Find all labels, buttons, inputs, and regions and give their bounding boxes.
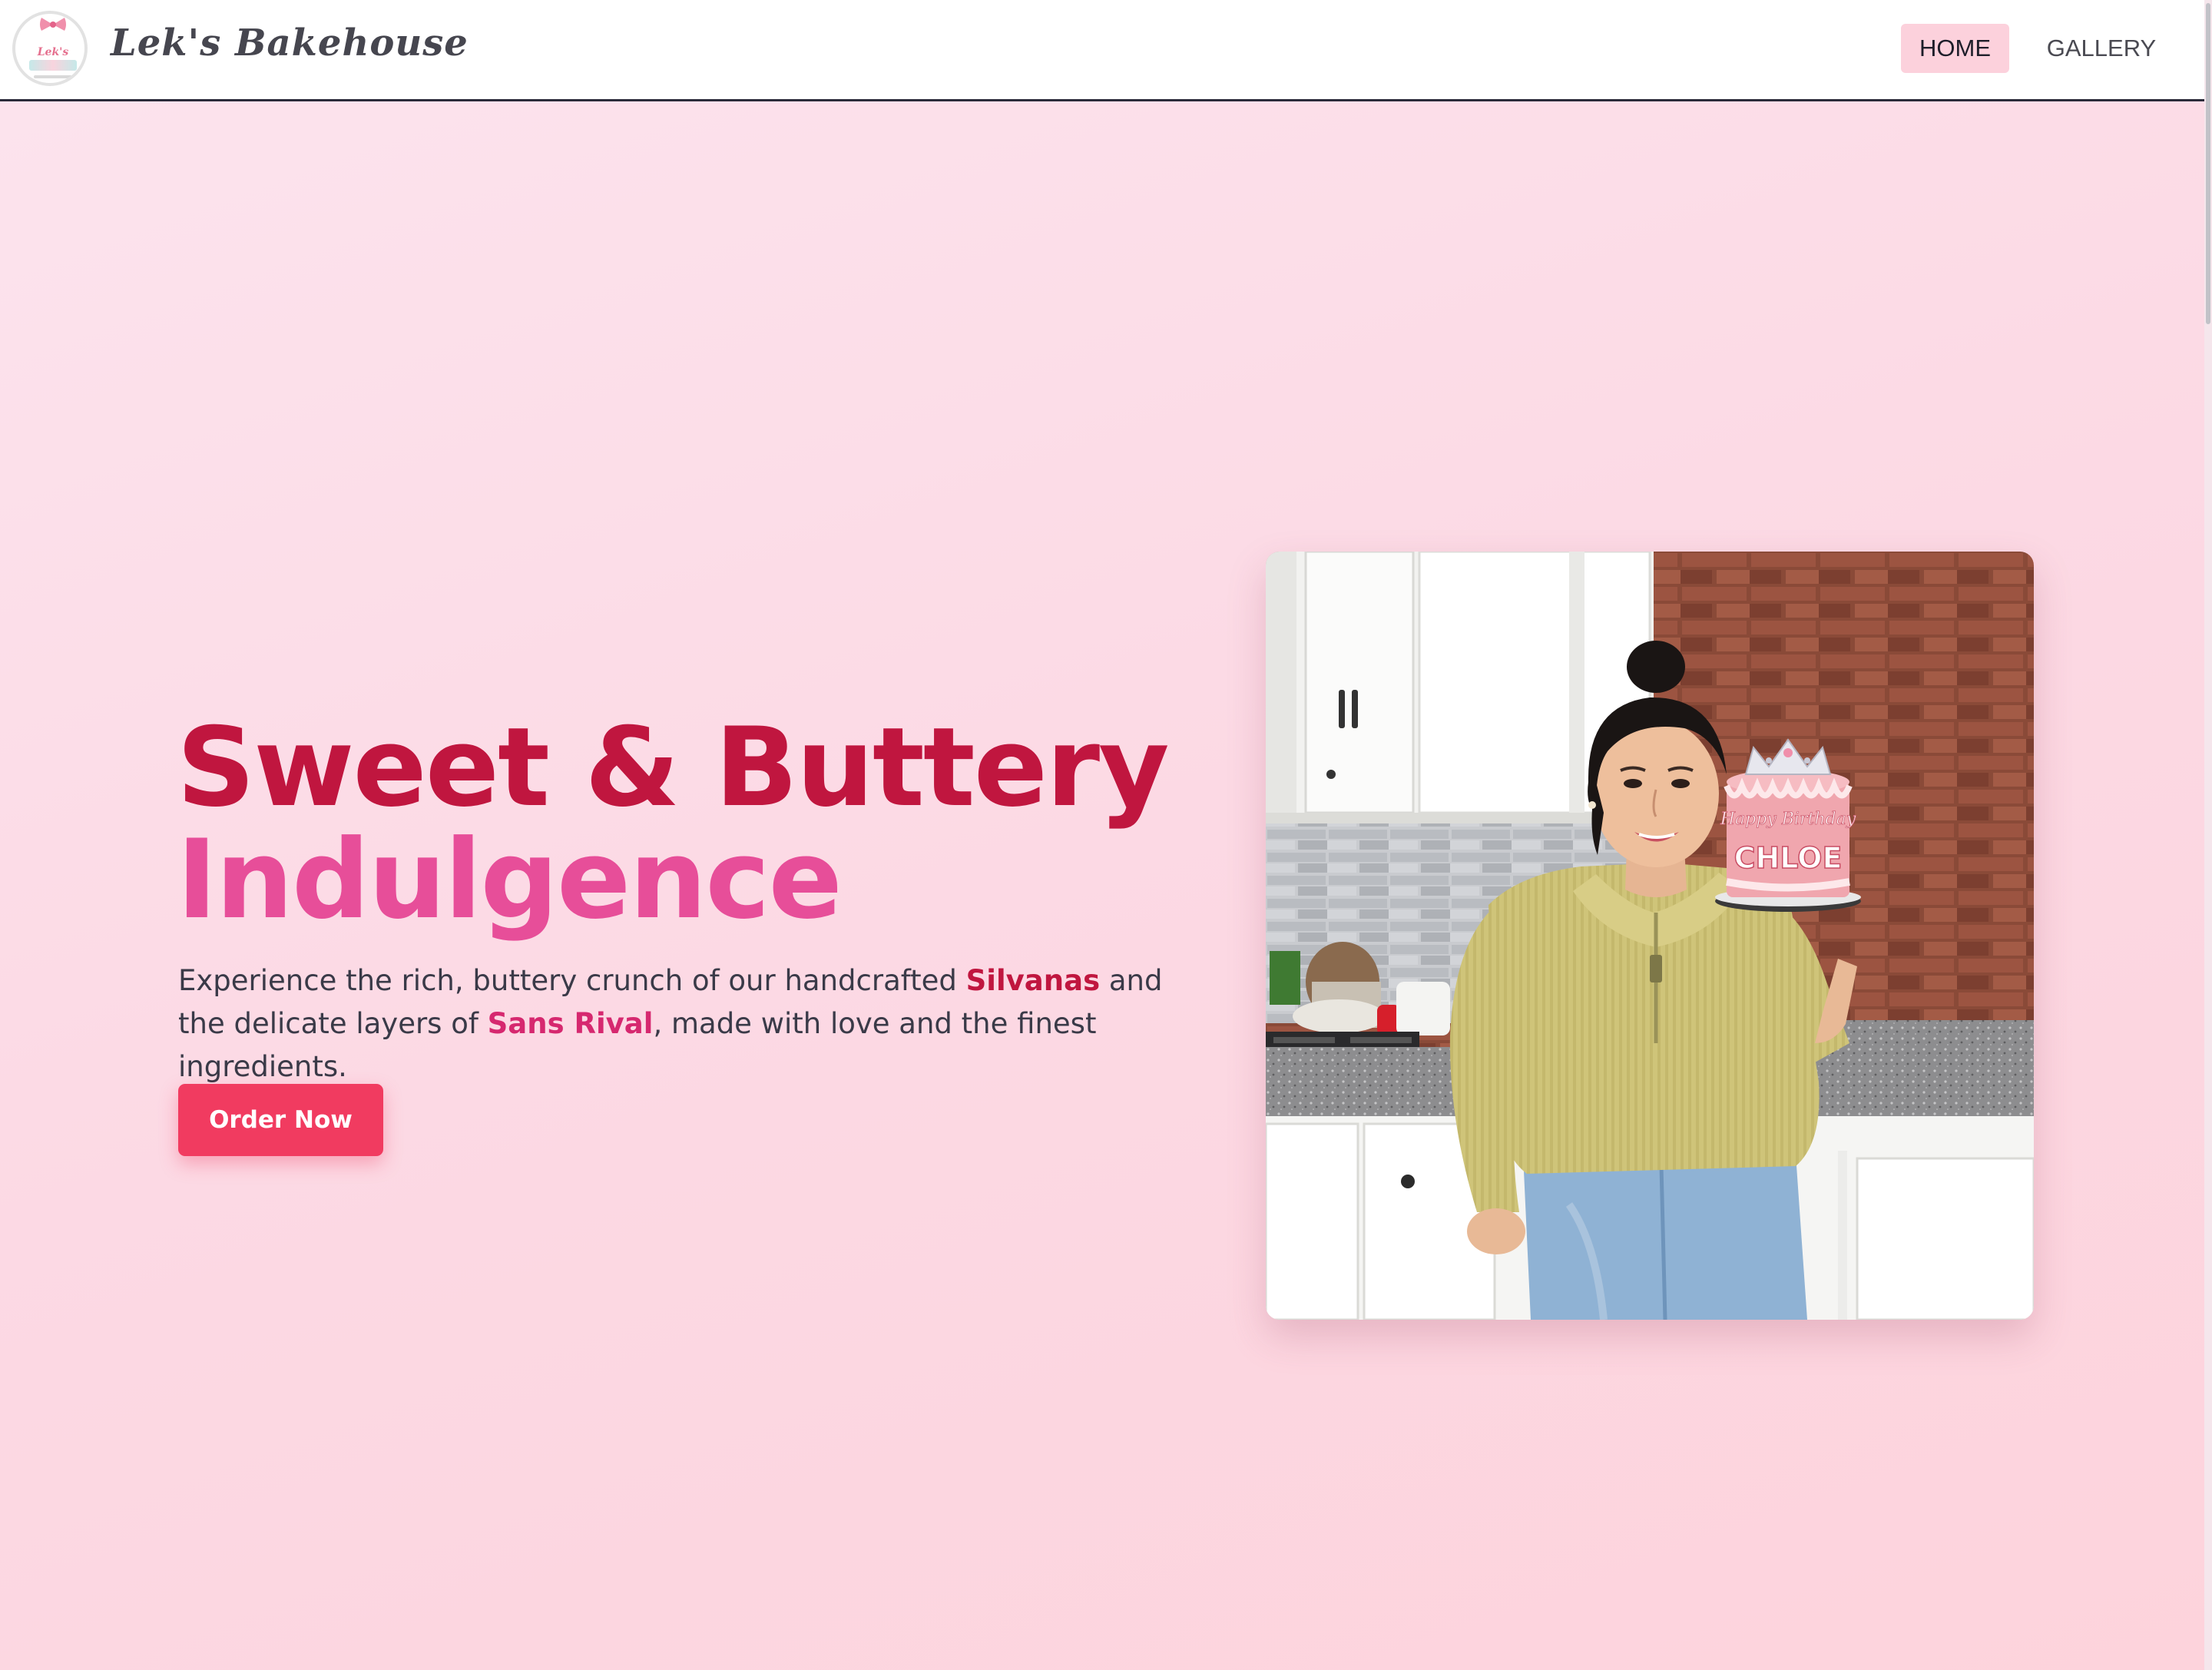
- logo-text: Lek's: [37, 46, 69, 58]
- scrollbar[interactable]: [2204, 0, 2212, 1670]
- logo-underline: [34, 75, 72, 78]
- intro-text-1: Experience the rich, buttery crunch of o…: [178, 964, 966, 997]
- nav-gallery-link[interactable]: GALLERY: [2038, 24, 2164, 73]
- hero-photo: Happy Birthday CHLOE: [1266, 552, 2034, 1320]
- cake-text-top: Happy Birthday: [1720, 810, 1856, 829]
- bakery-logo-icon[interactable]: Lek's: [12, 11, 88, 86]
- logo-subtitle-band: [29, 60, 77, 71]
- order-now-button[interactable]: Order Now: [178, 1084, 383, 1156]
- navbar: Lek's Lek's Bakehouse HOME GALLERY: [0, 0, 2212, 101]
- hero-intro: Experience the rich, buttery crunch of o…: [178, 959, 1207, 1088]
- nav-home-link[interactable]: HOME: [1901, 24, 2009, 73]
- scrollbar-thumb[interactable]: [2206, 3, 2210, 324]
- hero-headline-line2: Indulgence: [177, 817, 843, 943]
- brand-name[interactable]: Lek's Bakehouse: [111, 22, 469, 65]
- baker-with-cake-photo: Happy Birthday CHLOE: [1266, 552, 2034, 1320]
- intro-highlight-silvanas: Silvanas: [965, 964, 1101, 997]
- hero-headline-line1: Sweet & Buttery: [177, 704, 1170, 831]
- bow-icon: [40, 18, 66, 31]
- intro-highlight-sans-rival: Sans Rival: [487, 1007, 654, 1040]
- cake-text-name: CHLOE: [1734, 841, 1843, 875]
